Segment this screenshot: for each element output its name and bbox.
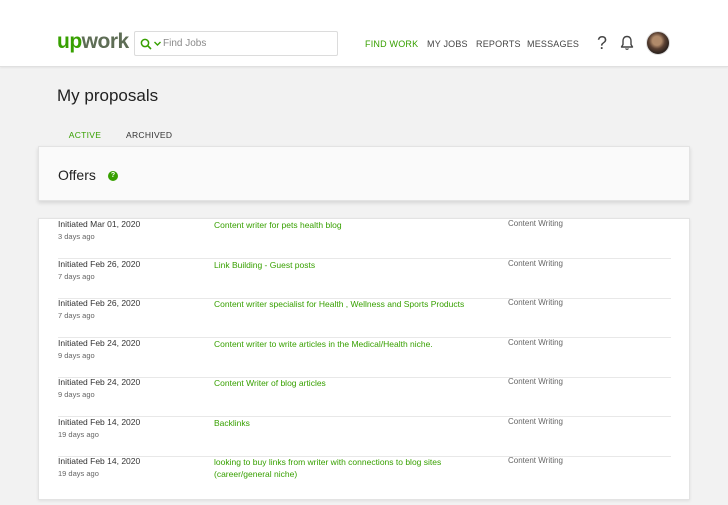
initiated-date: Initiated Feb 14, 2020 [58, 417, 141, 427]
search-icon[interactable] [140, 38, 152, 50]
help-icon[interactable]: ? [597, 33, 607, 53]
time-ago: 7 days ago [58, 311, 95, 320]
logo-work: work [81, 30, 130, 53]
chevron-down-icon[interactable] [153, 39, 162, 48]
table-row: Initiated Feb 26, 2020 7 days ago Conten… [58, 298, 671, 338]
time-ago: 9 days ago [58, 390, 95, 399]
nav-my-jobs[interactable]: MY JOBS [427, 39, 468, 49]
job-category: Content Writing [508, 338, 563, 347]
job-title-link[interactable]: Content writer to write articles in the … [214, 338, 499, 350]
initiated-date: Initiated Feb 26, 2020 [58, 259, 141, 269]
nav-find-work[interactable]: FIND WORK [365, 39, 418, 49]
search-input[interactable] [163, 34, 333, 53]
initiated-date: Initiated Mar 01, 2020 [58, 219, 141, 229]
job-category: Content Writing [508, 417, 563, 426]
table-row: Initiated Mar 01, 2020 3 days ago Conten… [58, 219, 671, 259]
initiated-date: Initiated Feb 24, 2020 [58, 338, 141, 348]
time-ago: 9 days ago [58, 351, 95, 360]
job-category: Content Writing [508, 219, 563, 228]
initiated-date: Initiated Feb 14, 2020 [58, 456, 141, 466]
time-ago: 3 days ago [58, 232, 95, 241]
job-title-link[interactable]: Content Writer of blog articles [214, 377, 499, 389]
table-row: Initiated Feb 24, 2020 9 days ago Conten… [58, 338, 671, 378]
upwork-logo[interactable]: upwork [57, 30, 129, 54]
nav-reports[interactable]: REPORTS [476, 39, 521, 49]
time-ago: 19 days ago [58, 469, 99, 478]
table-row: Initiated Feb 26, 2020 7 days ago Link B… [58, 259, 671, 299]
avatar[interactable] [646, 31, 670, 55]
job-category: Content Writing [508, 456, 563, 465]
top-header: upwork FIND WORK MY JOBS REPORTS MESSAGE… [0, 0, 728, 67]
time-ago: 19 days ago [58, 430, 99, 439]
job-title-link[interactable]: looking to buy links from writer with co… [214, 456, 499, 480]
search-box[interactable] [134, 31, 338, 56]
table-row: Initiated Feb 24, 2020 9 days ago Conten… [58, 377, 671, 417]
table-row: Initiated Feb 14, 2020 19 days ago looki… [58, 456, 671, 496]
job-title-link[interactable]: Content writer for pets health blog [214, 219, 499, 231]
offers-title: Offers [58, 167, 96, 183]
job-title-link[interactable]: Link Building - Guest posts [214, 259, 499, 271]
logo-up: up [57, 30, 82, 53]
job-category: Content Writing [508, 298, 563, 307]
job-category: Content Writing [508, 259, 563, 268]
proposals-list: Initiated Mar 01, 2020 3 days ago Conten… [38, 218, 690, 500]
nav-messages[interactable]: MESSAGES [527, 39, 579, 49]
page-title: My proposals [57, 86, 159, 105]
bell-icon[interactable] [620, 35, 634, 51]
initiated-date: Initiated Feb 26, 2020 [58, 298, 141, 308]
job-category: Content Writing [508, 377, 563, 386]
initiated-date: Initiated Feb 24, 2020 [58, 377, 141, 387]
job-title-link[interactable]: Content writer specialist for Health , W… [214, 298, 499, 310]
offers-help-icon[interactable]: ? [108, 171, 118, 181]
time-ago: 7 days ago [58, 272, 95, 281]
table-row: Initiated Feb 14, 2020 19 days ago Backl… [58, 417, 671, 457]
offers-card: Offers ? [38, 146, 690, 201]
job-title-link[interactable]: Backlinks [214, 417, 499, 429]
